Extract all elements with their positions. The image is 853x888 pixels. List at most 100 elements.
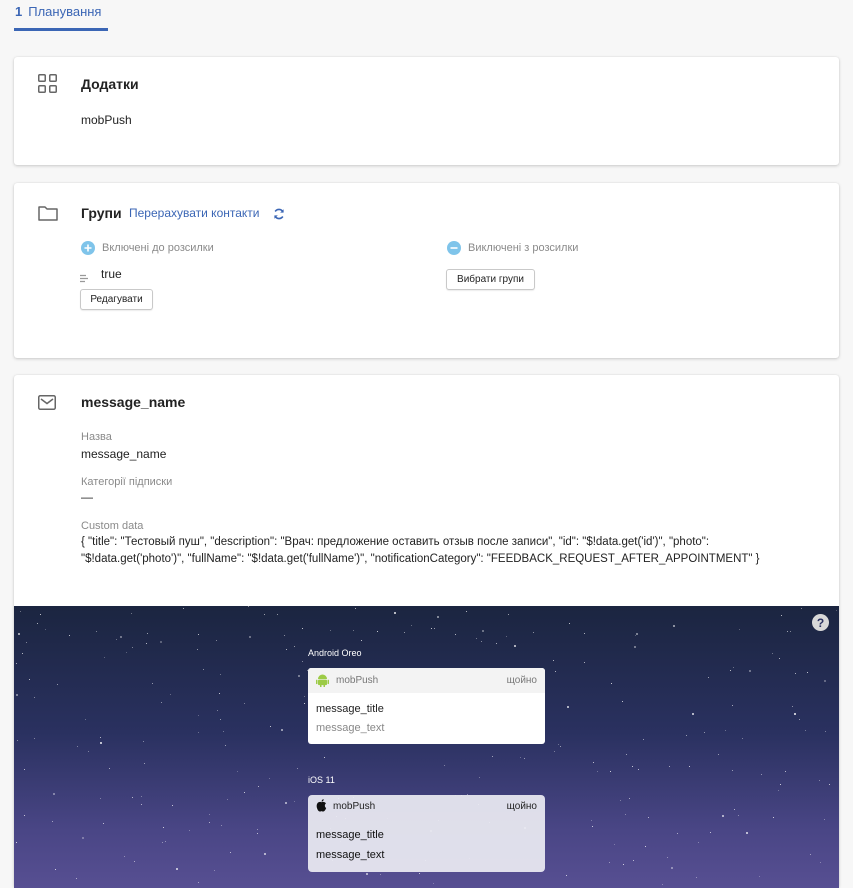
android-icon	[316, 673, 329, 692]
star-decoration	[302, 660, 304, 662]
star-decoration	[823, 680, 826, 683]
star-decoration	[379, 873, 381, 875]
ios-time: щойно	[506, 801, 537, 812]
star-decoration	[269, 726, 271, 728]
star-decoration	[164, 841, 166, 843]
star-decoration	[466, 610, 468, 612]
star-decoration	[144, 762, 145, 764]
star-decoration	[593, 762, 595, 764]
notification-preview: ? Android Oreo mobPush щойно message_tit…	[14, 606, 839, 888]
star-decoration	[592, 826, 594, 828]
star-decoration	[596, 770, 598, 772]
star-decoration	[160, 702, 162, 704]
star-decoration	[21, 653, 23, 655]
star-decoration	[738, 815, 740, 817]
star-decoration	[103, 822, 105, 824]
star-decoration	[671, 866, 674, 869]
star-decoration	[673, 625, 676, 628]
star-decoration	[434, 627, 436, 629]
star-decoration	[780, 615, 782, 617]
star-decoration	[778, 657, 780, 659]
star-decoration	[33, 696, 35, 698]
star-decoration	[16, 663, 18, 665]
apple-icon	[316, 799, 327, 817]
stepper-tabs: 1 Планування	[14, 0, 108, 31]
edit-button[interactable]: Редагувати	[80, 289, 153, 310]
star-decoration	[257, 829, 259, 831]
star-decoration	[676, 832, 678, 834]
excluded-minus-icon	[447, 241, 461, 255]
star-decoration	[249, 636, 251, 639]
star-decoration	[455, 633, 457, 635]
android-notification: mobPush щойно message_title message_text	[308, 668, 545, 744]
star-decoration	[88, 751, 90, 753]
star-decoration	[285, 802, 288, 805]
star-decoration	[708, 676, 710, 678]
custom-data-label: Custom data	[81, 520, 144, 532]
star-decoration	[433, 882, 435, 884]
star-decoration	[99, 736, 101, 738]
recalc-contacts-link[interactable]: Перерахувати контакти	[129, 206, 259, 220]
star-decoration	[170, 693, 172, 695]
star-decoration	[479, 777, 481, 779]
star-decoration	[590, 820, 592, 822]
star-decoration	[411, 624, 413, 626]
star-decoration	[437, 615, 440, 618]
star-decoration	[643, 738, 645, 740]
help-icon[interactable]: ?	[812, 614, 829, 631]
star-decoration	[146, 632, 148, 634]
star-decoration	[188, 829, 190, 831]
star-decoration	[790, 631, 792, 633]
refresh-icon[interactable]	[273, 207, 285, 225]
categories-value: —	[81, 490, 93, 504]
star-decoration	[610, 682, 612, 684]
star-decoration	[718, 753, 720, 755]
star-decoration	[257, 832, 259, 834]
star-decoration	[565, 875, 567, 877]
star-decoration	[506, 635, 508, 637]
star-decoration	[360, 639, 362, 641]
star-decoration	[36, 622, 38, 624]
star-decoration	[15, 694, 18, 697]
tab-planning[interactable]: 1 Планування	[14, 0, 108, 31]
android-time: щойно	[506, 675, 537, 686]
star-decoration	[162, 826, 164, 828]
star-decoration	[825, 730, 827, 732]
star-decoration	[243, 791, 245, 793]
star-decoration	[809, 854, 811, 856]
star-decoration	[523, 758, 525, 760]
star-decoration	[492, 756, 494, 758]
star-decoration	[198, 732, 200, 734]
star-decoration	[162, 842, 164, 844]
envelope-icon	[38, 395, 56, 415]
star-decoration	[801, 607, 803, 609]
star-decoration	[532, 631, 534, 633]
star-decoration	[636, 632, 639, 635]
star-decoration	[26, 642, 28, 644]
star-decoration	[443, 765, 445, 767]
android-label: Android Oreo	[308, 648, 362, 658]
star-decoration	[208, 814, 210, 816]
star-decoration	[697, 842, 699, 844]
star-decoration	[126, 652, 128, 654]
star-decoration	[731, 705, 733, 707]
star-decoration	[804, 729, 806, 731]
star-decoration	[688, 766, 690, 768]
name-value: message_name	[81, 447, 167, 461]
star-decoration	[418, 873, 420, 875]
star-decoration	[108, 768, 110, 770]
star-decoration	[16, 841, 18, 843]
star-decoration	[142, 741, 144, 743]
star-decoration	[263, 853, 266, 856]
star-decoration	[761, 773, 763, 775]
star-decoration	[209, 822, 211, 824]
choose-groups-button[interactable]: Вибрати групи	[446, 269, 535, 290]
name-label: Назва	[81, 431, 112, 443]
custom-data-line-1: { "title": "Тестовый пуш", "description"…	[81, 536, 710, 548]
star-decoration	[430, 627, 432, 629]
star-decoration	[297, 675, 300, 678]
star-decoration	[583, 633, 585, 635]
message-card: message_name Назва message_name Категорі…	[14, 375, 839, 888]
star-decoration	[293, 646, 295, 648]
star-decoration	[704, 732, 706, 734]
